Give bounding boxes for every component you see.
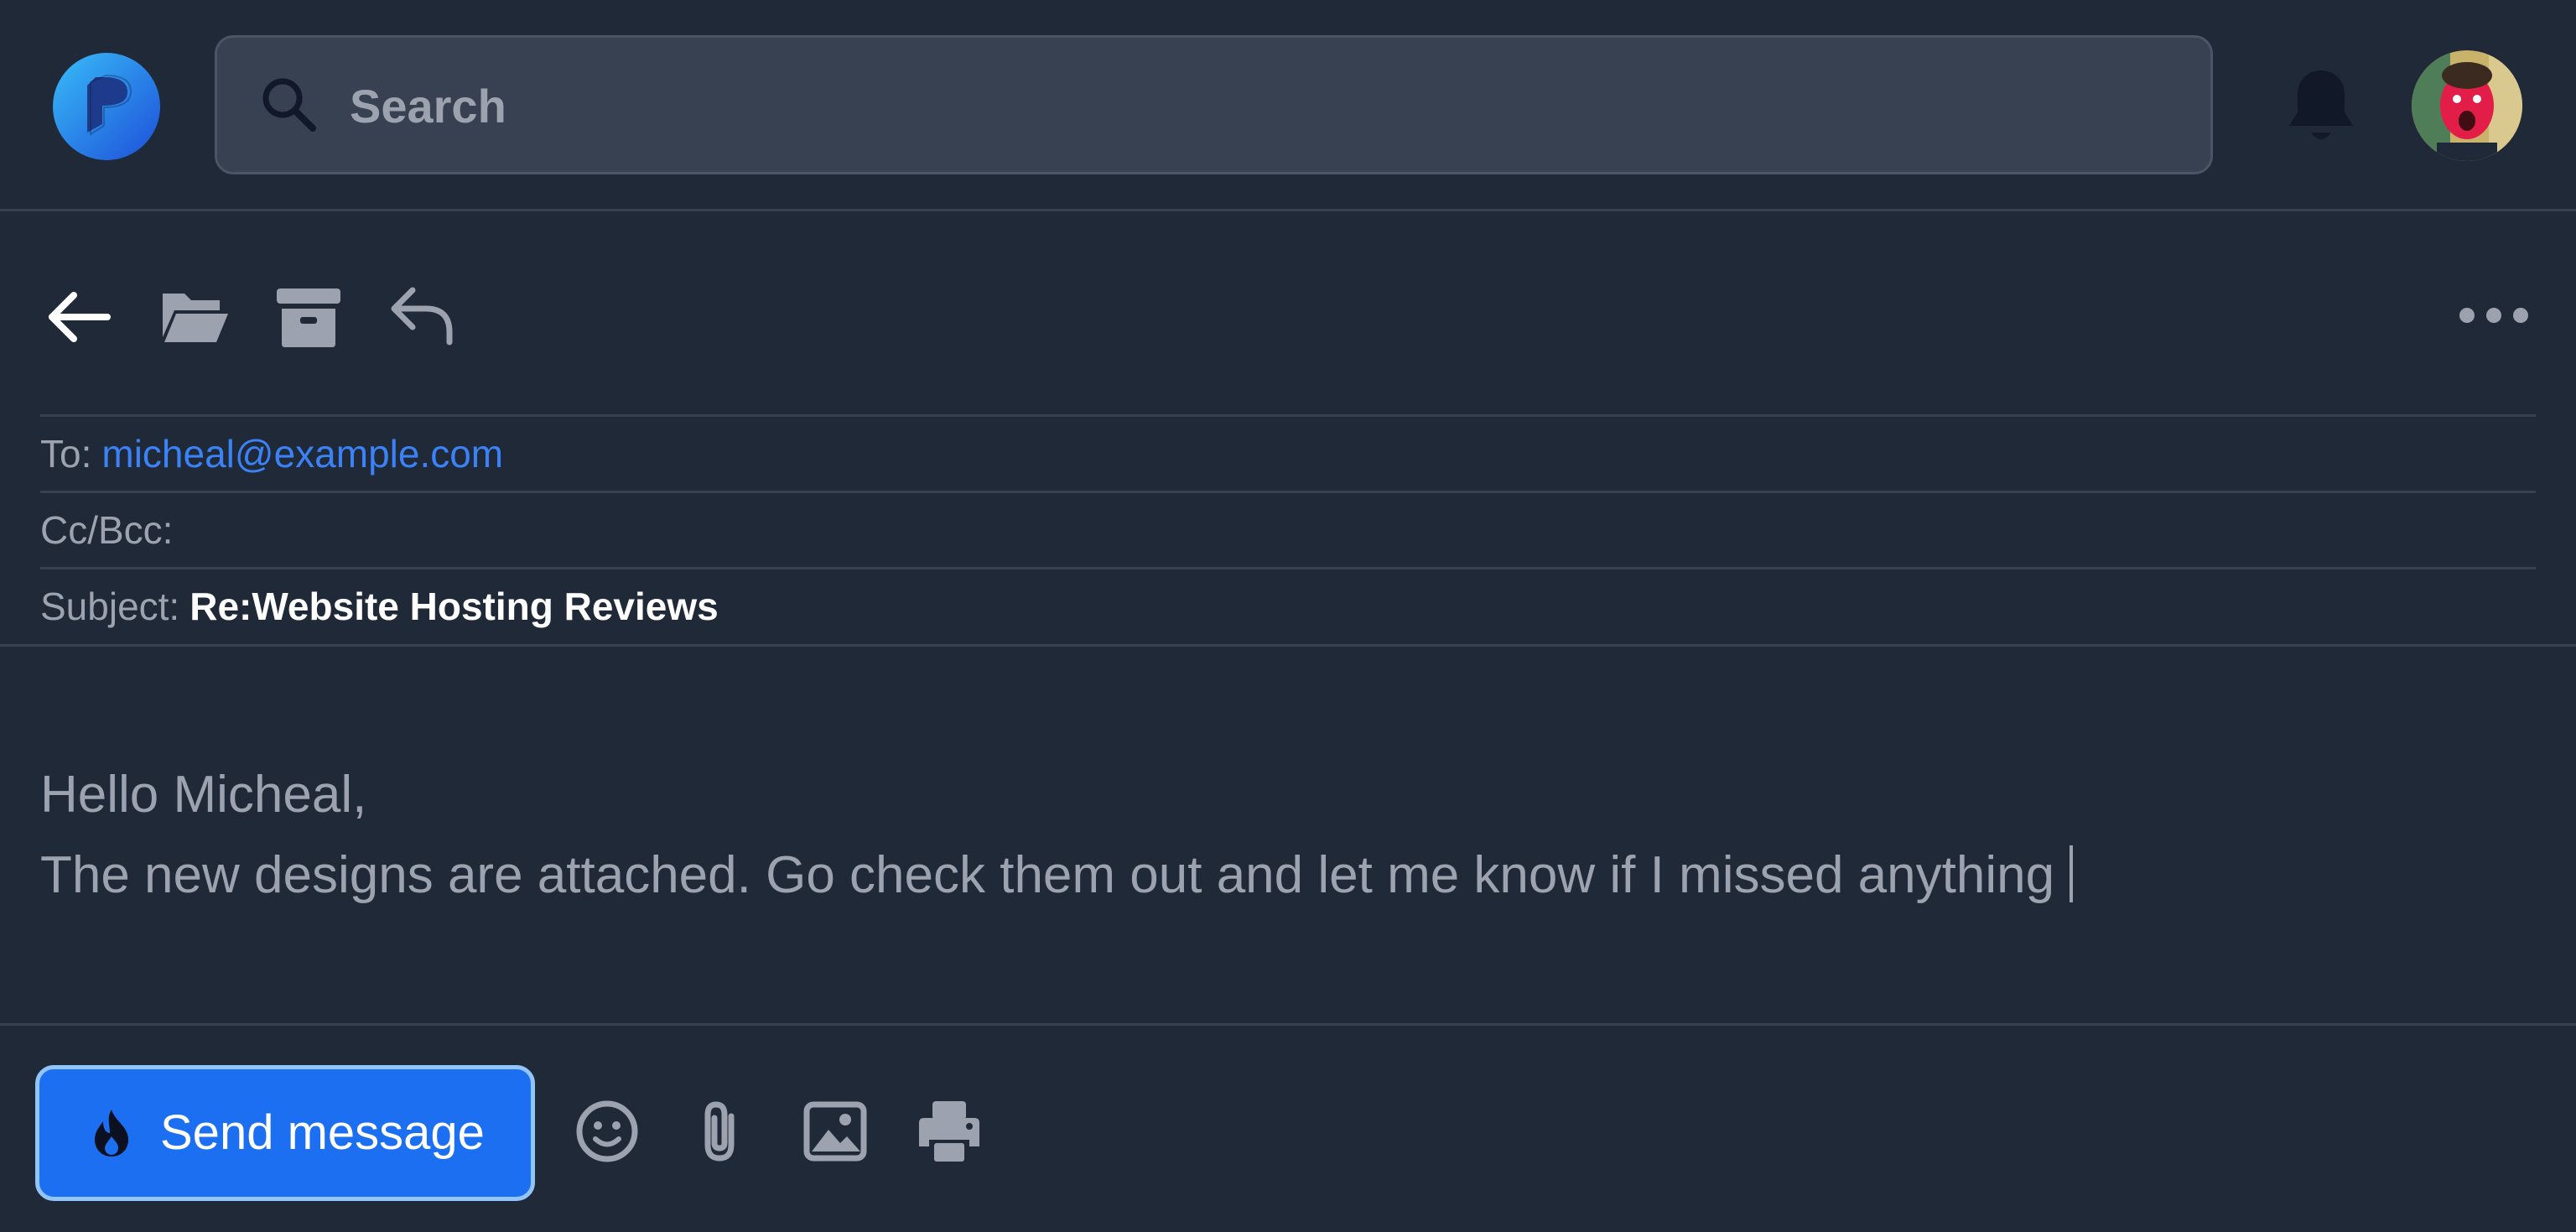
- text-cursor: [2070, 845, 2074, 902]
- to-recipient[interactable]: micheal@example.com: [101, 432, 503, 476]
- message-text: The new designs are attached. Go check t…: [40, 846, 2055, 904]
- search-icon: [262, 78, 316, 132]
- send-button-label: Send message: [160, 1105, 485, 1160]
- to-label: To:: [40, 432, 92, 476]
- compose-footer: Send message: [0, 1023, 2576, 1232]
- header-divider: [0, 644, 2576, 647]
- search-bar[interactable]: [215, 35, 2213, 174]
- app-logo[interactable]: [52, 52, 161, 161]
- folder-icon[interactable]: [159, 282, 230, 352]
- avatar-image: [2412, 50, 2522, 161]
- send-message-button[interactable]: Send message: [35, 1065, 535, 1201]
- arrow-left-icon[interactable]: [44, 282, 114, 352]
- subject-field[interactable]: Subject: Re:Website Hosting Reviews: [40, 567, 2536, 642]
- cc-bcc-field[interactable]: Cc/Bcc:: [40, 491, 2536, 566]
- bell-icon[interactable]: [2284, 67, 2358, 146]
- image-icon[interactable]: [802, 1098, 869, 1165]
- to-field[interactable]: To: micheal@example.com: [40, 414, 2536, 490]
- subject-label: Subject:: [40, 585, 180, 628]
- cc-bcc-label: Cc/Bcc:: [40, 508, 174, 552]
- archive-icon[interactable]: [273, 282, 344, 352]
- search-input[interactable]: [348, 38, 2179, 174]
- emoji-icon[interactable]: [574, 1098, 641, 1165]
- message-greeting: Hello Micheal,: [40, 766, 367, 824]
- avatar[interactable]: [2412, 50, 2522, 161]
- reply-icon[interactable]: [387, 282, 458, 352]
- more-horizontal-icon[interactable]: [2459, 302, 2529, 329]
- fire-icon: [95, 1110, 128, 1157]
- paperclip-icon[interactable]: [688, 1098, 755, 1165]
- top-bar: [0, 0, 2576, 211]
- printer-icon[interactable]: [916, 1098, 983, 1165]
- message-body[interactable]: Hello Micheal, The new designs are attac…: [40, 755, 2522, 916]
- message-line: The new designs are attached. Go check t…: [40, 835, 2522, 916]
- subject-value[interactable]: Re:Website Hosting Reviews: [190, 585, 719, 628]
- email-compose-window: To:micheal@example.com Cc/Bcc: Subject:R…: [0, 0, 2576, 1232]
